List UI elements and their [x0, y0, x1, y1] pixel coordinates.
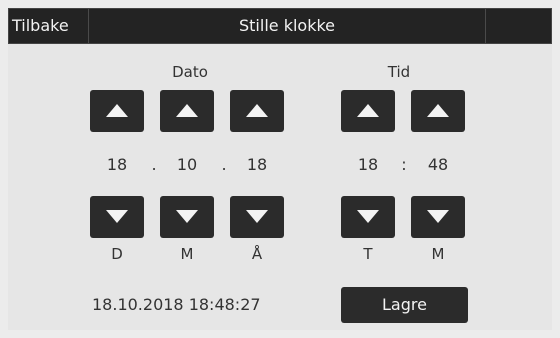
year-increment-button[interactable]	[230, 90, 284, 132]
hour-unit-label: T	[363, 245, 373, 263]
minute-decrement-button[interactable]	[411, 196, 465, 238]
page-title: Stille klokke	[239, 16, 335, 35]
minute-value: 48	[427, 155, 449, 174]
year-unit-label: Å	[251, 245, 263, 263]
arrow-down-icon	[427, 210, 449, 223]
arrow-down-icon	[357, 210, 379, 223]
time-section-label: Tid	[387, 63, 411, 81]
hour-increment-button[interactable]	[341, 90, 395, 132]
arrow-up-icon	[176, 104, 198, 117]
month-value: 10	[176, 155, 198, 174]
arrow-up-icon	[246, 104, 268, 117]
hour-decrement-button[interactable]	[341, 196, 395, 238]
top-bar: Tilbake Stille klokke	[8, 8, 552, 44]
day-decrement-button[interactable]	[90, 196, 144, 238]
arrow-down-icon	[246, 210, 268, 223]
save-button[interactable]: Lagre	[341, 287, 468, 323]
minute-increment-button[interactable]	[411, 90, 465, 132]
back-button[interactable]: Tilbake	[9, 9, 89, 43]
day-increment-button[interactable]	[90, 90, 144, 132]
arrow-up-icon	[427, 104, 449, 117]
minute-unit-label: M	[431, 245, 445, 263]
month-unit-label: M	[180, 245, 194, 263]
month-increment-button[interactable]	[160, 90, 214, 132]
date-section-label: Dato	[172, 63, 208, 81]
year-decrement-button[interactable]	[230, 196, 284, 238]
arrow-up-icon	[357, 104, 379, 117]
clock-settings-panel: Dato Tid 18 . 10 . 18 18 : 48 D M Å T M	[8, 44, 552, 330]
arrow-down-icon	[106, 210, 128, 223]
month-decrement-button[interactable]	[160, 196, 214, 238]
hour-value: 18	[357, 155, 379, 174]
arrow-down-icon	[176, 210, 198, 223]
current-datetime: 18.10.2018 18:48:27	[92, 295, 261, 314]
year-value: 18	[246, 155, 268, 174]
arrow-up-icon	[106, 104, 128, 117]
top-bar-right-panel	[485, 9, 551, 43]
day-unit-label: D	[111, 245, 123, 263]
day-value: 18	[106, 155, 128, 174]
